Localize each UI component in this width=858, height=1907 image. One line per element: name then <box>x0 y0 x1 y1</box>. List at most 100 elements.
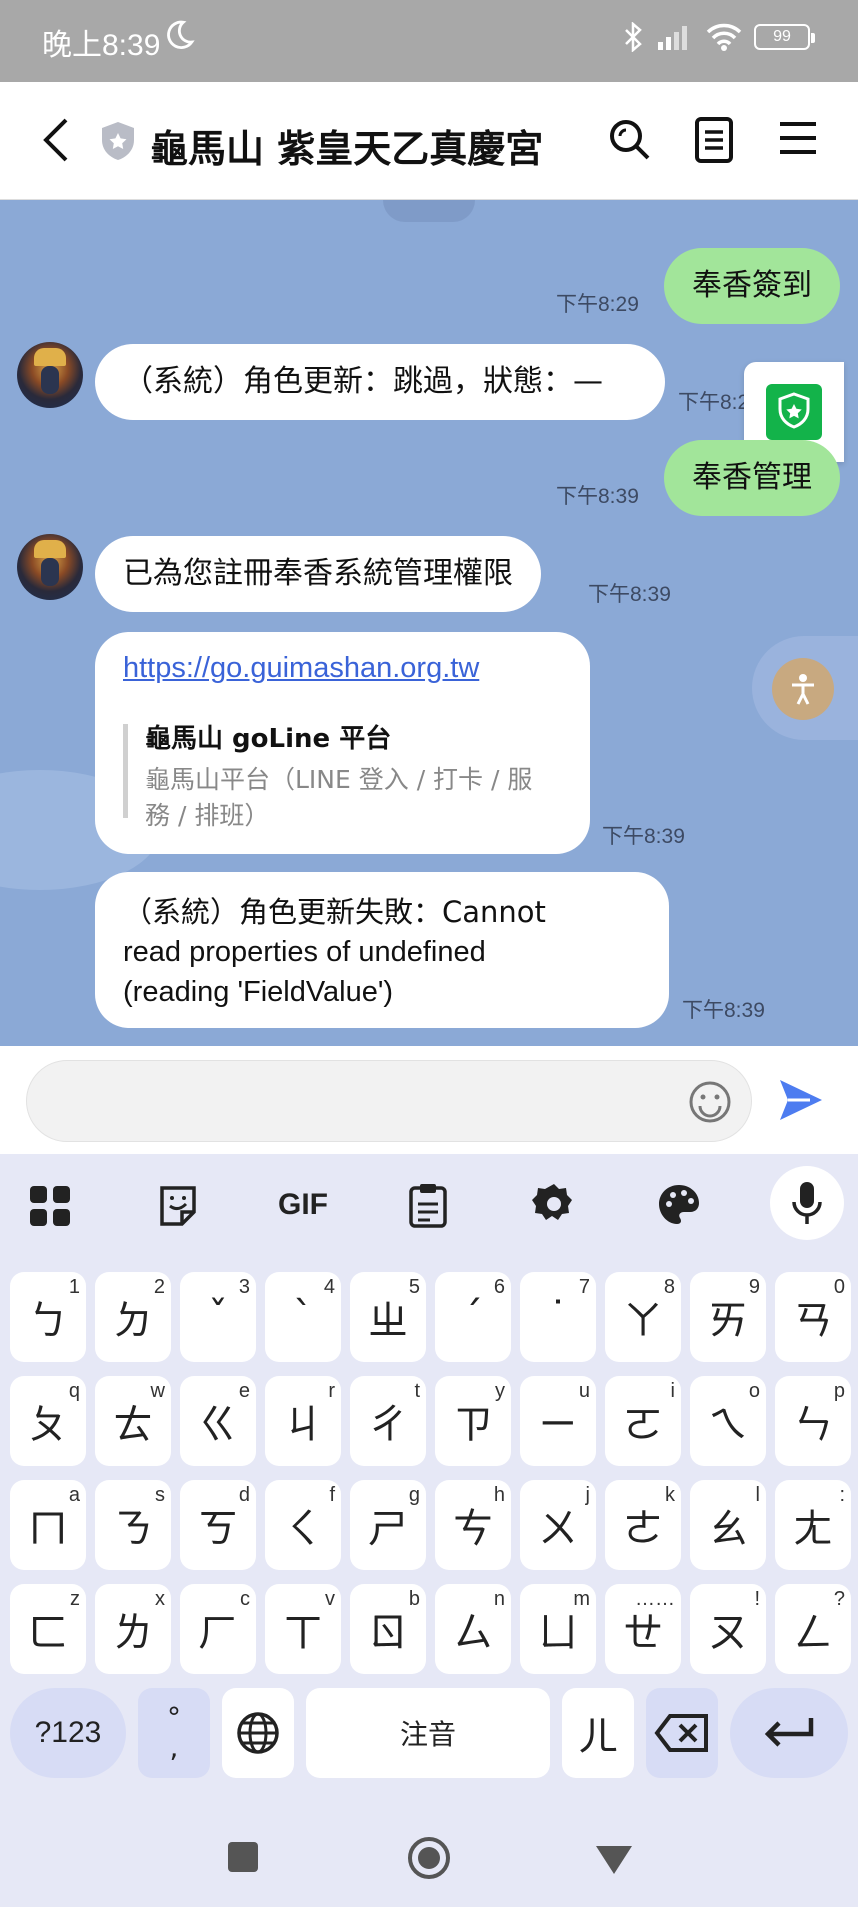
message-time: 下午8:39 <box>588 583 671 606</box>
key[interactable]: ㄜk <box>605 1480 681 1570</box>
key[interactable]: ㄕg <box>350 1480 426 1570</box>
key[interactable]: ㄚ8 <box>605 1272 681 1362</box>
key[interactable]: ㄓ5 <box>350 1272 426 1362</box>
key-hint: l <box>755 1484 760 1506</box>
key[interactable]: ㄛi <box>605 1376 681 1466</box>
avatar[interactable] <box>17 534 83 600</box>
key[interactable]: ㄐr <box>265 1376 341 1466</box>
key[interactable]: ㄥ? <box>775 1584 851 1674</box>
back-icon[interactable] <box>42 116 70 164</box>
send-icon[interactable] <box>778 1078 824 1122</box>
scroll-collapse-handle[interactable]: ⌃ <box>383 200 475 222</box>
key-label: ㄟ <box>708 1402 748 1448</box>
message-received[interactable]: 已為您註冊奉香系統管理權限 <box>95 536 541 612</box>
key[interactable]: ㄤ: <box>775 1480 851 1570</box>
key[interactable]: ㄅ1 <box>10 1272 86 1362</box>
official-shield-icon <box>102 122 134 160</box>
chat-header: 龜馬山 紫皇天乙真慶宮 <box>0 82 858 200</box>
key[interactable]: ㄉ2 <box>95 1272 171 1362</box>
key[interactable]: ㄩm <box>520 1584 596 1674</box>
key-hint: 9 <box>748 1276 760 1298</box>
key[interactable]: ㄖb <box>350 1584 426 1674</box>
key[interactable]: ㄨj <box>520 1480 596 1570</box>
message-input[interactable] <box>26 1060 752 1142</box>
apps-grid-icon[interactable] <box>28 1184 72 1228</box>
key-label: ㄦ <box>578 1714 618 1760</box>
key[interactable]: ㄡ! <box>690 1584 766 1674</box>
key-label: ㄒ <box>283 1610 323 1656</box>
back-triangle-icon[interactable] <box>594 1844 634 1876</box>
key-hint: c <box>240 1588 250 1610</box>
backspace-key[interactable] <box>646 1688 718 1778</box>
key[interactable]: ㄠl <box>690 1480 766 1570</box>
space-key[interactable]: 注音 <box>306 1688 550 1778</box>
enter-icon <box>764 1718 814 1747</box>
key[interactable]: ㄇa <box>10 1480 86 1570</box>
status-time: 晚上8:39 <box>42 29 161 62</box>
clipboard-icon[interactable] <box>408 1182 448 1228</box>
notes-icon[interactable] <box>694 116 734 164</box>
key[interactable]: ㄙn <box>435 1584 511 1674</box>
home-icon[interactable] <box>406 1835 452 1881</box>
key[interactable]: ㄊw <box>95 1376 171 1466</box>
key-label: ㄤ <box>793 1506 833 1552</box>
message-received[interactable]: （系統）角色更新：跳過，狀態：— <box>95 344 665 420</box>
microphone-icon <box>792 1182 822 1224</box>
key[interactable]: ㄆq <box>10 1376 86 1466</box>
message-received[interactable]: （系統）角色更新失敗：Cannot read properties of und… <box>95 872 669 1028</box>
gif-button[interactable]: GIF <box>278 1188 328 1222</box>
emoji-icon[interactable] <box>688 1080 732 1124</box>
key[interactable]: ㄞ9 <box>690 1272 766 1362</box>
key[interactable]: ㄑf <box>265 1480 341 1570</box>
preview-description: 龜馬山平台（LINE 登入 / 打卡 / 服 <box>145 765 533 794</box>
key-label: ㄛ <box>623 1402 663 1448</box>
link-preview-card[interactable]: https://go.guimashan.org.tw 龜馬山 goLine 平… <box>95 632 590 854</box>
message-sent[interactable]: 奉香管理 <box>664 440 840 516</box>
key[interactable]: ㄝ…… <box>605 1584 681 1674</box>
key[interactable]: ˇ3 <box>180 1272 256 1362</box>
key[interactable]: ㄧu <box>520 1376 596 1466</box>
key[interactable]: ㄔt <box>350 1376 426 1466</box>
chat-area[interactable]: ⌃ 奉香簽到 下午8:29 （系統）角色更新：跳過，狀態：— 下午8:2 奉香管… <box>0 200 858 1046</box>
search-icon[interactable] <box>608 118 652 162</box>
message-text: （系統）角色更新：跳過，狀態：— <box>123 364 603 399</box>
menu-icon[interactable] <box>778 120 818 156</box>
key-hint: k <box>665 1484 675 1506</box>
link-url[interactable]: https://go.guimashan.org.tw <box>123 652 479 685</box>
key[interactable]: ˋ4 <box>265 1272 341 1362</box>
message-sent[interactable]: 奉香簽到 <box>664 248 840 324</box>
key[interactable]: ㄢ0 <box>775 1272 851 1362</box>
key[interactable]: ㄎd <box>180 1480 256 1570</box>
enter-key[interactable] <box>730 1688 848 1778</box>
key[interactable]: ㄘh <box>435 1480 511 1570</box>
key[interactable]: ㄏc <box>180 1584 256 1674</box>
key-hint: m <box>573 1588 590 1610</box>
sticker-icon[interactable] <box>158 1184 198 1228</box>
voice-input-button[interactable] <box>770 1166 844 1240</box>
symbols-key[interactable]: ?123 <box>10 1688 126 1778</box>
key[interactable]: ˙ 7 <box>520 1272 596 1362</box>
avatar[interactable] <box>17 342 83 408</box>
key[interactable]: ㄒv <box>265 1584 341 1674</box>
key[interactable]: ㄌx <box>95 1584 171 1674</box>
settings-gear-icon[interactable] <box>532 1182 576 1226</box>
key[interactable]: ㄗy <box>435 1376 511 1466</box>
battery-indicator: 99 <box>754 24 815 50</box>
language-switch-key[interactable] <box>222 1688 294 1778</box>
punctuation-key[interactable]: °, <box>138 1688 210 1778</box>
key-label: ㄅ <box>28 1298 68 1344</box>
key[interactable]: ˊ6 <box>435 1272 511 1362</box>
palette-icon[interactable] <box>656 1182 702 1228</box>
recents-icon[interactable] <box>228 1842 258 1872</box>
er-key[interactable]: ㄦ <box>562 1688 634 1778</box>
key[interactable]: ㄋs <box>95 1480 171 1570</box>
key[interactable]: ㄍe <box>180 1376 256 1466</box>
key-label: ㄧ <box>538 1402 578 1448</box>
message-time: 下午8:39 <box>556 485 639 508</box>
key[interactable]: ㄈz <box>10 1584 86 1674</box>
key[interactable]: ㄣp <box>775 1376 851 1466</box>
accessibility-floating-button[interactable] <box>752 636 858 740</box>
key-label: ㄈ <box>28 1610 68 1656</box>
message-time: 下午8:2 <box>678 391 750 414</box>
key[interactable]: ㄟo <box>690 1376 766 1466</box>
